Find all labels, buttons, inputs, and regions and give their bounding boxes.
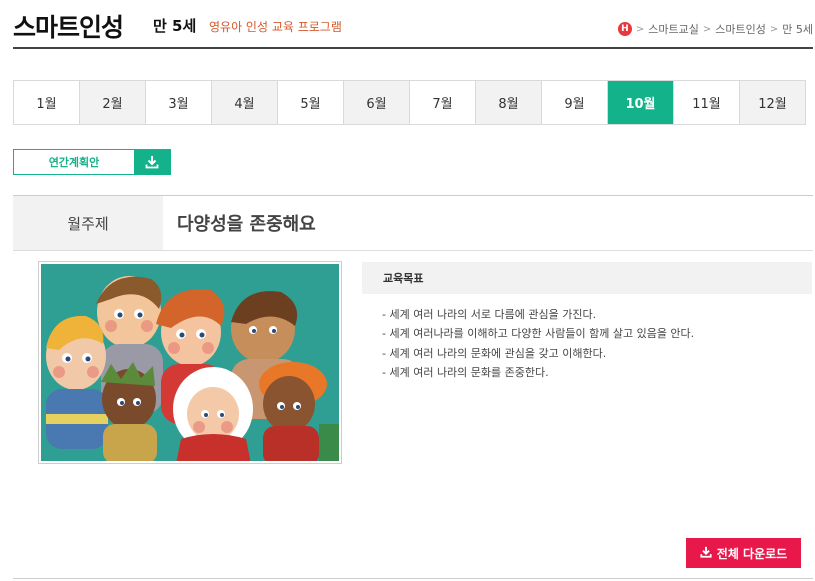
goal-item: - 세계 여러 나라의 서로 다름에 관심을 가진다. bbox=[382, 308, 597, 321]
breadcrumb-item-current: 만 5세 bbox=[782, 23, 813, 36]
goal-item: - 세계 여러 나라의 문화를 존중한다. bbox=[382, 365, 549, 379]
tab-month-9[interactable]: 9월 bbox=[542, 81, 608, 124]
age-label: 만 5세 bbox=[153, 17, 197, 35]
breadcrumb-item[interactable]: 스마트교실 bbox=[648, 21, 699, 37]
breadcrumb: H > 스마트교실 > 스마트인성 > 만 5세 bbox=[617, 21, 813, 37]
download-icon bbox=[134, 150, 170, 174]
page-title: 스마트인성 bbox=[13, 13, 124, 42]
tab-month-11[interactable]: 11월 bbox=[674, 81, 740, 124]
goal-item: - 세계 여러 나라의 문화에 관심을 갖고 이해한다. bbox=[382, 346, 607, 360]
monthly-theme-row: 월주제 다양성을 존중해요 bbox=[13, 195, 813, 251]
bottom-divider bbox=[13, 578, 813, 579]
tab-month-10[interactable]: 10월 bbox=[608, 81, 674, 124]
tab-month-3[interactable]: 3월 bbox=[146, 81, 212, 124]
annual-plan-label: 연간계획안 bbox=[14, 150, 134, 174]
chevron-right-icon: > bbox=[769, 23, 779, 35]
theme-label: 월주제 bbox=[13, 196, 163, 250]
breadcrumb-item[interactable]: 스마트인성 bbox=[715, 21, 766, 37]
education-goals-list: - 세계 여러 나라의 서로 다름에 관심을 가진다. - 세계 여러나라를 이… bbox=[382, 305, 694, 382]
tab-month-5[interactable]: 5월 bbox=[278, 81, 344, 124]
home-icon[interactable]: H bbox=[617, 22, 632, 36]
education-goals-heading: 교육목표 bbox=[362, 262, 812, 294]
download-all-label: 전체 다운로드 bbox=[716, 546, 788, 561]
theme-illustration bbox=[38, 261, 342, 464]
tab-month-1[interactable]: 1월 bbox=[14, 81, 80, 124]
tab-month-12[interactable]: 12월 bbox=[740, 81, 805, 124]
tab-month-4[interactable]: 4월 bbox=[212, 81, 278, 124]
chevron-right-icon: > bbox=[635, 23, 645, 35]
children-illustration bbox=[41, 264, 339, 461]
chevron-right-icon: > bbox=[702, 23, 712, 35]
page-subtitle: 영유아 인성 교육 프로그램 bbox=[209, 20, 342, 34]
tab-month-2[interactable]: 2월 bbox=[80, 81, 146, 124]
tab-month-6[interactable]: 6월 bbox=[344, 81, 410, 124]
annual-plan-download-button[interactable]: 연간계획안 bbox=[13, 149, 171, 175]
tab-month-7[interactable]: 7월 bbox=[410, 81, 476, 124]
goal-item: - 세계 여러나라를 이해하고 다양한 사람들이 함께 살고 있음을 안다. bbox=[382, 327, 695, 341]
tab-month-8[interactable]: 8월 bbox=[476, 81, 542, 124]
month-tabs: 1월 2월 3월 4월 5월 6월 7월 8월 9월 10월 11월 12월 bbox=[13, 80, 806, 125]
theme-value: 다양성을 존중해요 bbox=[177, 214, 316, 235]
download-all-button[interactable]: 전체 다운로드 bbox=[686, 538, 801, 568]
page-header: 스마트인성 만 5세 영유아 인성 교육 프로그램 H > 스마트교실 > 스마… bbox=[13, 0, 813, 49]
download-icon bbox=[700, 546, 712, 561]
